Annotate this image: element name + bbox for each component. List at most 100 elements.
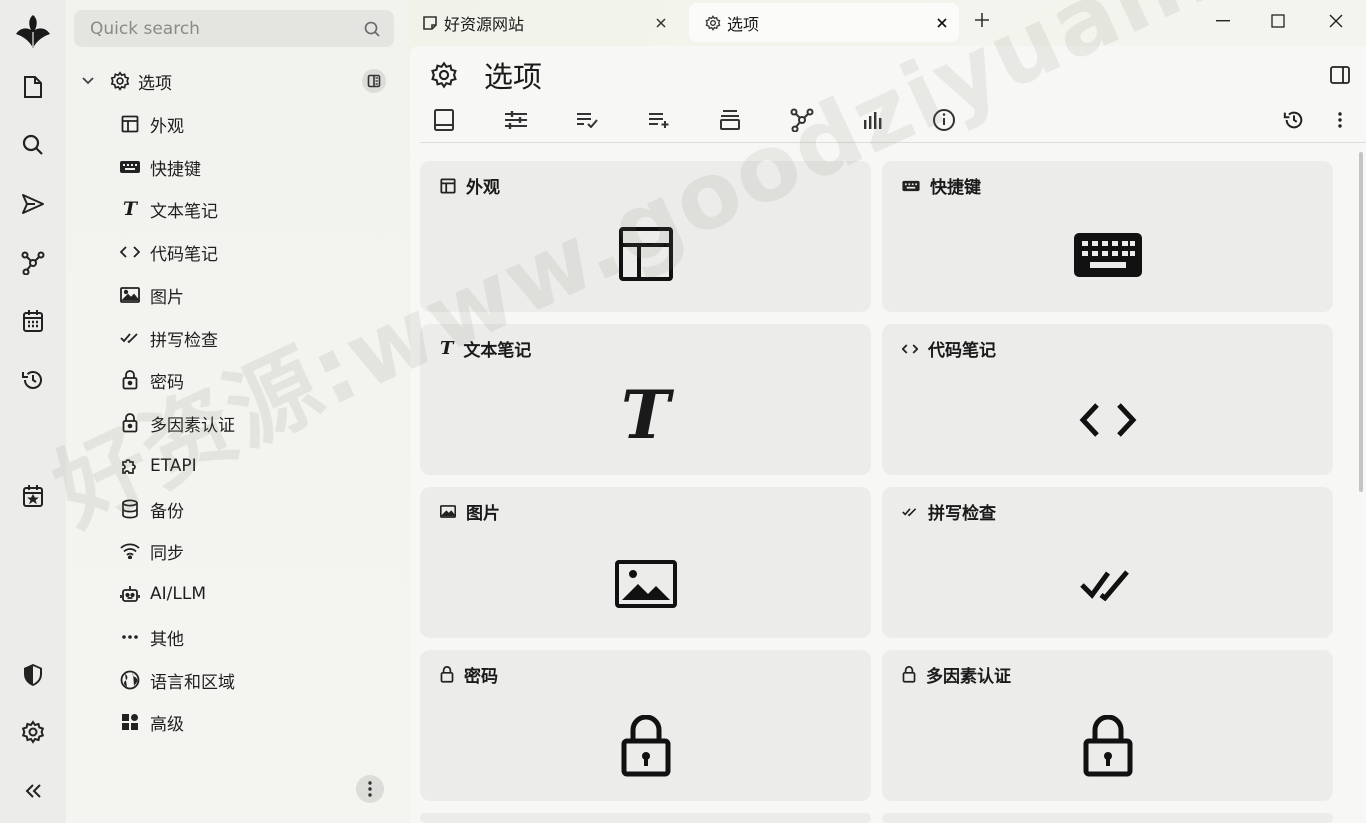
gear-icon [705,14,721,31]
close-tab-icon[interactable] [656,17,666,28]
keyboard-large-icon [1073,233,1142,277]
note-map-icon[interactable] [788,106,816,134]
card-images[interactable]: 图片 [420,487,871,638]
tree-item-backup[interactable]: 备份 [120,492,380,526]
app-logo-icon[interactable] [13,12,53,52]
tree-item-appearance[interactable]: 外观 [120,107,380,141]
text-t-large-icon: T [620,376,671,454]
ribbon-divider [420,142,1366,143]
tree-item-images[interactable]: 图片 [120,278,380,312]
tree-item-text-notes[interactable]: T 文本笔记 [120,192,380,226]
bar-chart-icon[interactable] [859,106,887,134]
minimize-icon[interactable] [1212,10,1234,32]
gear-icon [110,71,130,91]
card-spellcheck[interactable]: 拼写检查 [882,487,1333,638]
keyboard-icon [902,180,920,192]
new-note-icon[interactable] [13,67,53,107]
history-icon[interactable] [1280,106,1308,134]
ribbon-toolbar [430,104,1350,136]
collapse-sidebar-icon[interactable] [13,771,53,811]
search-icon[interactable] [364,21,380,37]
search-icon[interactable] [13,125,53,165]
maximize-icon[interactable] [1267,10,1289,32]
lock-icon [902,666,916,683]
book-icon[interactable] [430,106,458,134]
card-appearance[interactable]: 外观 [420,161,871,312]
tree-item-password[interactable]: 密码 [120,363,380,397]
send-icon[interactable] [13,184,53,224]
card-mfa[interactable]: 多因素认证 [882,650,1333,801]
tree-item-mfa[interactable]: 多因素认证 [120,406,380,440]
tree-item-ai-llm[interactable]: AI/LLM [120,577,380,611]
puzzle-icon [120,456,140,476]
sidebar: 选项 外观 快捷键 T 文本笔记 代码笔记 图片 拼写检查 密码 多因素认证 E… [66,0,406,823]
tree-root-label: 选项 [138,73,172,94]
shield-icon[interactable] [13,655,53,695]
today-calendar-icon[interactable] [13,476,53,516]
card-partial[interactable] [882,813,1333,823]
tree-item-shortcuts[interactable]: 快捷键 [120,150,380,184]
close-window-icon[interactable] [1325,10,1347,32]
info-icon[interactable] [930,106,958,134]
more-vertical-icon[interactable] [1326,106,1354,134]
card-shortcuts[interactable]: 快捷键 [882,161,1333,312]
card-code-notes[interactable]: 代码笔记 [882,324,1333,475]
list-add-icon[interactable] [645,106,673,134]
list-check-icon[interactable] [573,106,601,134]
tree-item-advanced[interactable]: 高级 [120,705,380,739]
toggle-right-panel-icon[interactable] [1330,66,1350,84]
grid-icon [120,712,140,732]
scrollbar[interactable] [1359,152,1363,492]
split-view-icon[interactable] [362,69,386,93]
quick-search[interactable] [74,10,394,47]
tree-root-options[interactable]: 选项 [76,62,394,100]
tab-bar: 好资源网站 选项 [406,0,1366,46]
tab-goodziyuan[interactable]: 好资源网站 [406,3,678,42]
lock-large-icon [1083,715,1133,777]
note-icon [422,15,438,31]
search-input[interactable] [90,18,364,39]
globe-icon [120,670,140,690]
tree-item-sync[interactable]: 同步 [120,534,380,568]
tree-item-other[interactable]: 其他 [120,620,380,654]
tree-item-code-notes[interactable]: 代码笔记 [120,235,380,269]
note-map-icon[interactable] [13,243,53,283]
close-tab-icon[interactable] [937,17,947,28]
lock-icon [120,370,140,390]
tab-options[interactable]: 选项 [689,3,959,42]
tree-item-etapi[interactable]: ETAPI [120,449,380,483]
code-large-icon [1079,402,1137,438]
new-tab-plus-icon[interactable] [974,12,990,28]
history-icon[interactable] [13,360,53,400]
image-icon [440,505,456,518]
dots-icon [120,627,140,647]
image-large-icon [614,560,677,608]
more-vertical-icon[interactable] [356,775,384,803]
card-partial[interactable] [420,813,871,823]
options-content: 选项 外观 快捷键 T 文本笔记 T 代码笔记 图片 拼写检查 密码 多因素认证 [410,46,1366,823]
database-icon [120,499,140,519]
sliders-icon[interactable] [502,106,530,134]
launcher-bar [0,0,66,823]
text-t-icon: T [440,338,454,359]
lock-icon [440,666,454,683]
page-title: 选项 [430,58,542,94]
chevron-down-icon[interactable] [76,76,100,86]
settings-gear-icon[interactable] [13,712,53,752]
card-text-notes[interactable]: T 文本笔记 T [420,324,871,475]
tree-item-spellcheck[interactable]: 拼写检查 [120,321,380,355]
keyboard-icon [120,157,140,177]
layout-icon [440,177,456,194]
image-icon [120,285,140,305]
lock-large-icon [621,715,671,777]
double-check-large-icon [1079,569,1137,601]
text-t-icon: T [122,198,138,220]
tree-item-language-region[interactable]: 语言和区域 [120,663,380,697]
calendar-icon[interactable] [13,301,53,341]
card-password[interactable]: 密码 [420,650,871,801]
stack-icon[interactable] [716,106,744,134]
layout-icon [120,114,140,134]
layout-large-icon [618,226,674,282]
double-check-icon [120,328,140,348]
code-icon [902,343,918,355]
